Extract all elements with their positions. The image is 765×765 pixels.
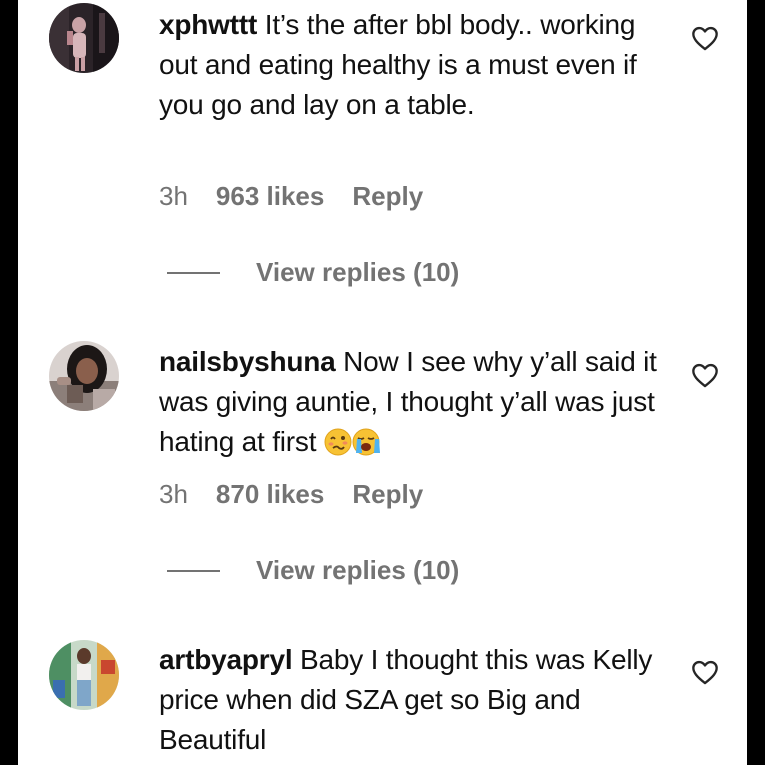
view-replies-button[interactable]: View replies (10) [167,555,459,586]
loudly-crying-face-emoji-icon [352,428,380,456]
comment-likes[interactable]: 963 likes [216,181,324,212]
heart-outline-icon [692,660,718,685]
heart-outline-icon [692,26,718,51]
comment-username[interactable]: artbyapryl [159,644,293,675]
avatar-photo-icon [49,3,119,73]
like-button[interactable] [691,362,719,388]
comment-meta: 3h 963 likes Reply [159,181,423,212]
comment-username[interactable]: xphwttt [159,9,257,40]
avatar[interactable] [49,3,119,73]
view-replies-label: View replies (10) [256,555,460,585]
comment-username[interactable]: nailsbyshuna [159,346,336,377]
avatar-photo-icon [49,341,119,411]
comment-likes[interactable]: 870 likes [216,479,324,510]
heart-outline-icon [692,363,718,388]
comments-panel: xphwttt It’s the after bbl body.. workin… [18,0,747,765]
divider-line [167,271,220,274]
comment-text: artbyapryl Baby I thought this was Kelly… [159,640,679,760]
view-replies-button[interactable]: View replies (10) [167,257,459,288]
view-replies-label: View replies (10) [256,257,460,287]
reply-button[interactable]: Reply [352,479,423,510]
comment-time: 3h [159,479,188,509]
comment-text: xphwttt It’s the after bbl body.. workin… [159,5,679,125]
like-button[interactable] [691,25,719,51]
comment-meta: 3h 870 likes Reply [159,479,423,510]
avatar-photo-icon [49,640,119,710]
comment-text: nailsbyshuna Now I see why y’all said it… [159,342,679,462]
comment-time: 3h [159,181,188,211]
avatar[interactable] [49,341,119,411]
like-button[interactable] [691,659,719,685]
reply-button[interactable]: Reply [352,181,423,212]
divider-line [167,569,220,572]
woozy-face-emoji-icon [324,428,352,456]
avatar[interactable] [49,640,119,710]
